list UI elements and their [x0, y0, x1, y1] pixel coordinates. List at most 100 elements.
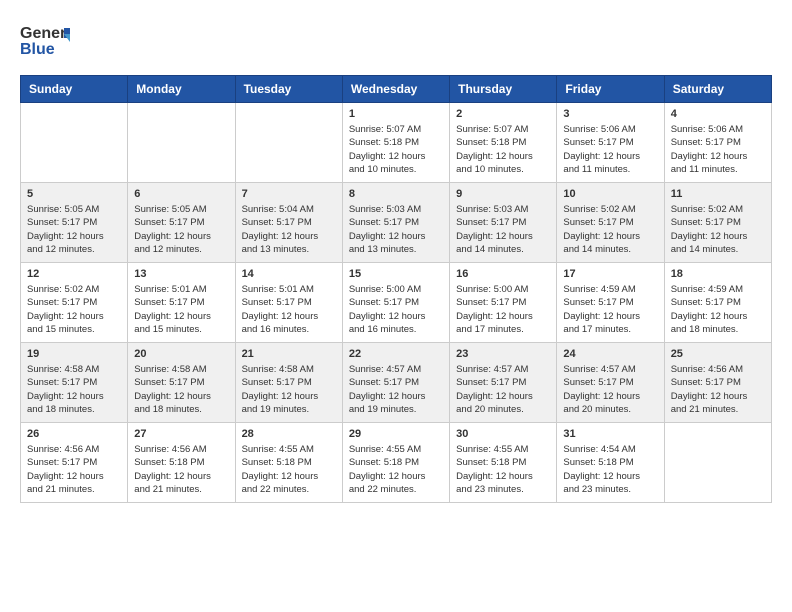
- day-number: 10: [563, 188, 657, 200]
- day-detail: Sunrise: 5:02 AM Sunset: 5:17 PM Dayligh…: [27, 283, 121, 336]
- day-detail: Sunrise: 4:59 AM Sunset: 5:17 PM Dayligh…: [563, 283, 657, 336]
- day-detail: Sunrise: 4:55 AM Sunset: 5:18 PM Dayligh…: [456, 443, 550, 496]
- day-number: 15: [349, 268, 443, 280]
- calendar-day-28: 28 Sunrise: 4:55 AM Sunset: 5:18 PM Dayli…: [235, 423, 342, 503]
- calendar-day-23: 23 Sunrise: 4:57 AM Sunset: 5:17 PM Dayli…: [450, 343, 557, 423]
- calendar-day-5: 5 Sunrise: 5:05 AM Sunset: 5:17 PM Daylig…: [21, 183, 128, 263]
- day-number: 13: [134, 268, 228, 280]
- calendar-day-21: 21Sunrise: 4:58 AM Sunset: 5:17 PM Dayli…: [235, 343, 342, 423]
- calendar-week-1: 1 Sunrise: 5:07 AM Sunset: 5:18 PM Daylig…: [21, 103, 772, 183]
- weekday-header-monday: Monday: [128, 76, 235, 103]
- day-number: 11: [671, 188, 765, 200]
- calendar-day-25: 25 Sunrise: 4:56 AM Sunset: 5:17 PM Dayli…: [664, 343, 771, 423]
- day-detail: Sunrise: 4:59 AM Sunset: 5:17 PM Dayligh…: [671, 283, 765, 336]
- calendar-day-4: 4 Sunrise: 5:06 AM Sunset: 5:17 PM Daylig…: [664, 103, 771, 183]
- svg-text:General: General: [20, 25, 70, 42]
- day-detail: Sunrise: 4:57 AM Sunset: 5:17 PM Dayligh…: [563, 363, 657, 416]
- calendar-day-2: 2 Sunrise: 5:07 AM Sunset: 5:18 PM Daylig…: [450, 103, 557, 183]
- day-number: 6: [134, 188, 228, 200]
- day-number: 22: [349, 348, 443, 360]
- day-number: 18: [671, 268, 765, 280]
- calendar-day-14: 14 Sunrise: 5:01 AM Sunset: 5:17 PM Dayli…: [235, 263, 342, 343]
- day-number: 28: [242, 428, 336, 440]
- day-number: 21: [242, 348, 336, 360]
- calendar-day-16: 16 Sunrise: 5:00 AM Sunset: 5:17 PM Dayli…: [450, 263, 557, 343]
- day-detail: Sunrise: 4:57 AM Sunset: 5:17 PM Dayligh…: [349, 363, 443, 416]
- calendar-day-26: 26 Sunrise: 4:56 AM Sunset: 5:17 PM Dayli…: [21, 423, 128, 503]
- calendar-day-9: 9 Sunrise: 5:03 AM Sunset: 5:17 PM Daylig…: [450, 183, 557, 263]
- calendar-day-29: 29 Sunrise: 4:55 AM Sunset: 5:18 PM Dayli…: [342, 423, 449, 503]
- logo: General Blue: [20, 20, 70, 65]
- day-detail: Sunrise: 5:03 AM Sunset: 5:17 PM Dayligh…: [456, 203, 550, 256]
- calendar-day-18: 18 Sunrise: 4:59 AM Sunset: 5:17 PM Dayli…: [664, 263, 771, 343]
- weekday-header-tuesday: Tuesday: [235, 76, 342, 103]
- day-detail: Sunrise: 4:56 AM Sunset: 5:17 PM Dayligh…: [671, 363, 765, 416]
- day-detail: Sunrise: 5:06 AM Sunset: 5:17 PM Dayligh…: [671, 123, 765, 176]
- day-number: 27: [134, 428, 228, 440]
- day-detail: Sunrise: 5:04 AM Sunset: 5:17 PM Dayligh…: [242, 203, 336, 256]
- calendar-week-3: 12 Sunrise: 5:02 AM Sunset: 5:17 PM Dayli…: [21, 263, 772, 343]
- empty-cell: [235, 103, 342, 183]
- day-number: 17: [563, 268, 657, 280]
- day-number: 30: [456, 428, 550, 440]
- calendar-day-11: 11 Sunrise: 5:02 AM Sunset: 5:17 PM Dayli…: [664, 183, 771, 263]
- calendar-day-17: 17 Sunrise: 4:59 AM Sunset: 5:17 PM Dayli…: [557, 263, 664, 343]
- day-number: 19: [27, 348, 121, 360]
- day-number: 5: [27, 188, 121, 200]
- day-number: 8: [349, 188, 443, 200]
- day-number: 9: [456, 188, 550, 200]
- day-number: 31: [563, 428, 657, 440]
- calendar-day-20: 20 Sunrise: 4:58 AM Sunset: 5:17 PM Dayli…: [128, 343, 235, 423]
- calendar-day-3: 3 Sunrise: 5:06 AM Sunset: 5:17 PM Daylig…: [557, 103, 664, 183]
- day-number: 16: [456, 268, 550, 280]
- page-header: General Blue: [20, 20, 772, 65]
- calendar-week-5: 26 Sunrise: 4:56 AM Sunset: 5:17 PM Dayli…: [21, 423, 772, 503]
- empty-cell: [128, 103, 235, 183]
- day-detail: Sunrise: 4:57 AM Sunset: 5:17 PM Dayligh…: [456, 363, 550, 416]
- day-detail: Sunrise: 4:55 AM Sunset: 5:18 PM Dayligh…: [349, 443, 443, 496]
- day-number: 7: [242, 188, 336, 200]
- day-number: 3: [563, 108, 657, 120]
- day-number: 1: [349, 108, 443, 120]
- calendar-day-30: 30 Sunrise: 4:55 AM Sunset: 5:18 PM Dayli…: [450, 423, 557, 503]
- day-detail: Sunrise: 4:56 AM Sunset: 5:17 PM Dayligh…: [27, 443, 121, 496]
- calendar-day-1: 1 Sunrise: 5:07 AM Sunset: 5:18 PM Daylig…: [342, 103, 449, 183]
- day-detail: Sunrise: 5:06 AM Sunset: 5:17 PM Dayligh…: [563, 123, 657, 176]
- day-number: 26: [27, 428, 121, 440]
- day-detail: Sunrise: 5:01 AM Sunset: 5:17 PM Dayligh…: [242, 283, 336, 336]
- day-number: 23: [456, 348, 550, 360]
- day-number: 24: [563, 348, 657, 360]
- calendar-week-4: 19 Sunrise: 4:58 AM Sunset: 5:17 PM Dayli…: [21, 343, 772, 423]
- day-detail: Sunrise: 5:00 AM Sunset: 5:17 PM Dayligh…: [456, 283, 550, 336]
- day-detail: Sunrise: 5:02 AM Sunset: 5:17 PM Dayligh…: [671, 203, 765, 256]
- day-detail: Sunrise: 4:54 AM Sunset: 5:18 PM Dayligh…: [563, 443, 657, 496]
- day-detail: Sunrise: 4:56 AM Sunset: 5:18 PM Dayligh…: [134, 443, 228, 496]
- day-detail: Sunrise: 5:07 AM Sunset: 5:18 PM Dayligh…: [456, 123, 550, 176]
- day-detail: Sunrise: 5:07 AM Sunset: 5:18 PM Dayligh…: [349, 123, 443, 176]
- svg-text:Blue: Blue: [20, 41, 55, 58]
- day-number: 14: [242, 268, 336, 280]
- calendar-table: SundayMondayTuesdayWednesdayThursdayFrid…: [20, 75, 772, 503]
- day-number: 25: [671, 348, 765, 360]
- day-detail: Sunrise: 4:58 AM Sunset: 5:17 PM Dayligh…: [134, 363, 228, 416]
- day-detail: Sunrise: 5:01 AM Sunset: 5:17 PM Dayligh…: [134, 283, 228, 336]
- day-detail: Sunrise: 5:03 AM Sunset: 5:17 PM Dayligh…: [349, 203, 443, 256]
- calendar-day-24: 24 Sunrise: 4:57 AM Sunset: 5:17 PM Dayli…: [557, 343, 664, 423]
- weekday-header-friday: Friday: [557, 76, 664, 103]
- day-number: 2: [456, 108, 550, 120]
- day-number: 29: [349, 428, 443, 440]
- calendar-day-13: 13 Sunrise: 5:01 AM Sunset: 5:17 PM Dayli…: [128, 263, 235, 343]
- day-number: 12: [27, 268, 121, 280]
- day-detail: Sunrise: 5:05 AM Sunset: 5:17 PM Dayligh…: [27, 203, 121, 256]
- day-number: 4: [671, 108, 765, 120]
- calendar-header-row: SundayMondayTuesdayWednesdayThursdayFrid…: [21, 76, 772, 103]
- day-detail: Sunrise: 4:55 AM Sunset: 5:18 PM Dayligh…: [242, 443, 336, 496]
- calendar-day-19: 19Sunrise: 4:58 AM Sunset: 5:17 PM Dayli…: [21, 343, 128, 423]
- day-detail: Sunrise: 5:02 AM Sunset: 5:17 PM Dayligh…: [563, 203, 657, 256]
- calendar-day-31: 31 Sunrise: 4:54 AM Sunset: 5:18 PM Dayli…: [557, 423, 664, 503]
- weekday-header-wednesday: Wednesday: [342, 76, 449, 103]
- empty-cell: [21, 103, 128, 183]
- weekday-header-thursday: Thursday: [450, 76, 557, 103]
- day-number: 20: [134, 348, 228, 360]
- empty-cell: [664, 423, 771, 503]
